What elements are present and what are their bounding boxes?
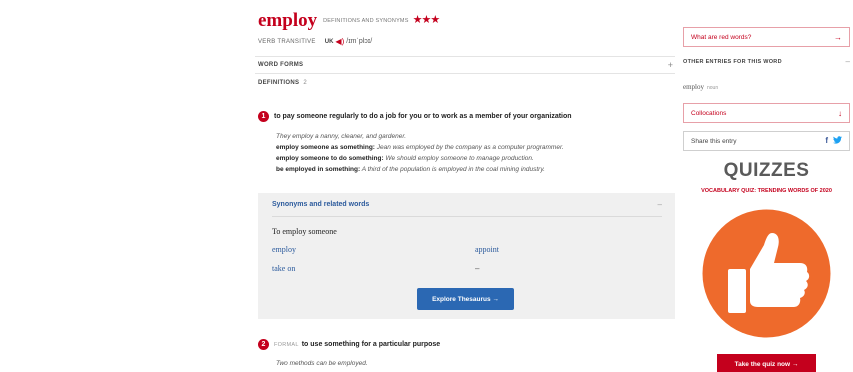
synonym-link-employ[interactable]: employ [272,245,296,254]
plus-icon[interactable]: + [668,60,675,70]
quiz-name[interactable]: VOCABULARY QUIZ: TRENDING WORDS OF 2020 [683,187,850,195]
minus-icon[interactable]: – [846,57,850,66]
synonyms-subheading: To employ someone [272,227,337,236]
speaker-icon[interactable]: ◀) [335,37,344,46]
arrow-right-icon: → [834,32,842,42]
synonyms-panel: Synonyms and related words – To employ s… [258,193,675,319]
sense-definition: to use something for a particular purpos… [301,341,441,348]
register-label: FORMAL [274,341,299,348]
example-sentence: employ someone as something: Jean was em… [276,144,564,151]
frequency-stars: ★★★ [412,14,441,26]
thumbs-up-icon[interactable] [702,209,831,338]
facebook-icon[interactable]: f [825,136,828,146]
synonyms-header[interactable]: Synonyms and related words – [272,193,662,217]
twitter-icon[interactable] [833,136,842,146]
example-sentence: Two methods can be employed. [276,360,368,367]
other-entry-link[interactable]: employ noun [683,83,718,91]
quizzes-title: QUIZZES [723,160,810,181]
sidebar: What are red words? → OTHER ENTRIES FOR … [680,0,853,372]
collocations-label: Collocations [691,109,727,117]
synonym-link-appoint[interactable]: appoint [475,245,499,254]
pos-row: VERB TRANSITIVE UK ◀) /ɪmˈplɔɪ/ [258,37,372,46]
sense-1-examples: They employ a nanny, cleaner, and garden… [276,131,676,175]
other-entry-word: employ [683,83,704,91]
other-entry-pos: noun [707,85,719,91]
part-of-speech: VERB TRANSITIVE [258,38,316,45]
red-words-label: What are red words? [691,33,752,41]
synonyms-title: Synonyms and related words [272,201,370,208]
sense-definition: to pay someone regularly to do a job for… [274,113,572,120]
sense-number: 2 [258,339,269,350]
entry-main: employ DEFINITIONS AND SYNONYMS ★★★ VERB… [255,0,675,372]
pronunciation: /ɪmˈplɔɪ/ [346,38,373,45]
other-entries-header[interactable]: OTHER ENTRIES FOR THIS WORD – [683,57,850,66]
word-forms-label: WORD FORMS [258,62,304,68]
social-icons: f [825,136,842,146]
sense-2: 2 FORMAL to use something for a particul… [258,339,440,350]
take-quiz-button[interactable]: Take the quiz now → [717,354,816,372]
share-label: Share this entry [691,137,737,145]
minus-icon[interactable]: – [658,200,662,209]
synonym-placeholder: – [475,264,480,273]
arrow-down-icon: ↓ [838,108,842,118]
other-entries-title: OTHER ENTRIES FOR THIS WORD [683,58,782,65]
example-sentence: employ someone to do something: We shoul… [276,155,534,162]
headword: employ [258,10,318,31]
definitions-count: 2 [303,80,307,86]
synonym-link-take-on[interactable]: take on [272,264,295,273]
word-forms-row[interactable]: WORD FORMS + [255,56,675,74]
example-sentence: They employ a nanny, cleaner, and garden… [276,133,407,140]
collocations-link[interactable]: Collocations ↓ [683,103,850,123]
red-words-link[interactable]: What are red words? → [683,27,850,47]
definitions-row: DEFINITIONS 2 [255,74,675,92]
region-label: UK [324,38,334,45]
explore-thesaurus-button[interactable]: Explore Thesaurus → [417,288,514,310]
share-entry-box: Share this entry f [683,131,850,151]
sense-1: 1 to pay someone regularly to do a job f… [258,111,572,122]
example-sentence: be employed in something: A third of the… [276,166,545,173]
headword-subtitle: DEFINITIONS AND SYNONYMS [323,18,409,24]
headword-row: employ DEFINITIONS AND SYNONYMS ★★★ [258,10,441,32]
sense-number: 1 [258,111,269,122]
definitions-label: DEFINITIONS 2 [258,80,307,86]
